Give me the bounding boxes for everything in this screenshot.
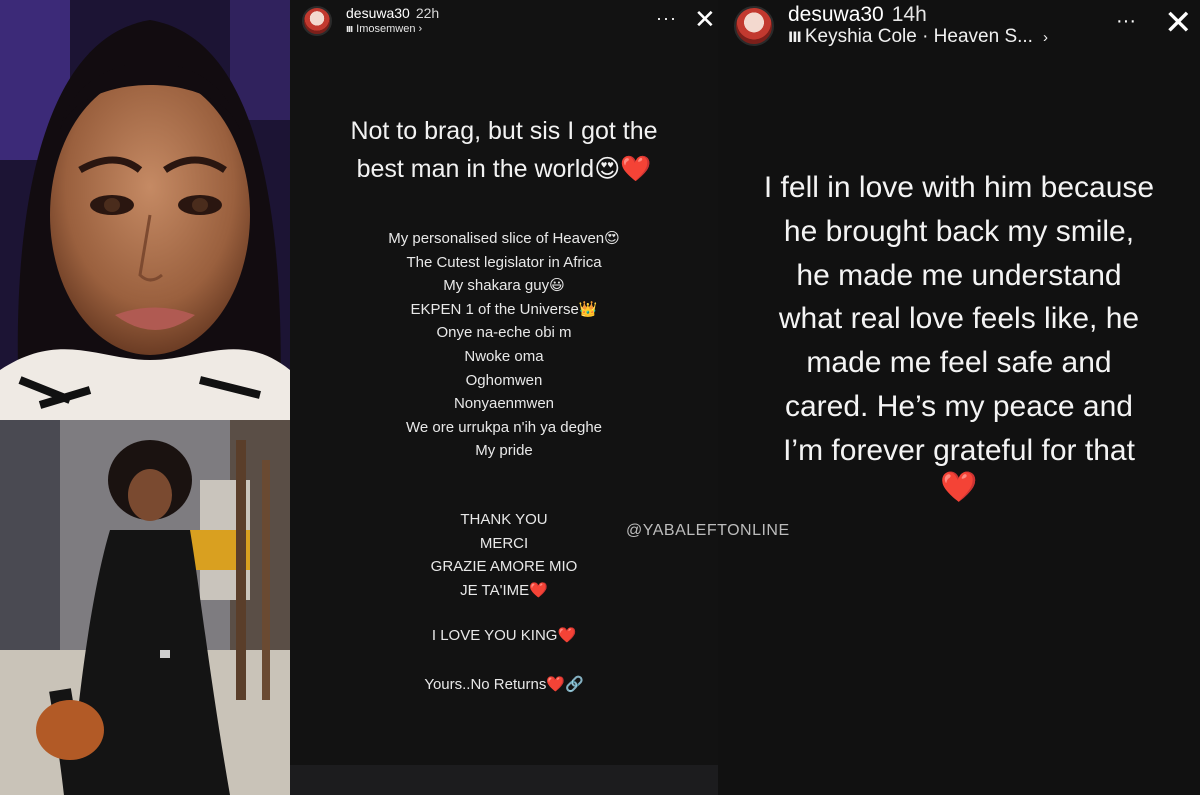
list-item: Onye na-eche obi m — [436, 324, 572, 342]
chevron-right-icon: › — [1042, 29, 1048, 46]
thanks-line: JE TA'IME❤️ — [460, 581, 548, 599]
body-line: he made me understand — [796, 258, 1122, 292]
thanks-line: GRAZIE AMORE MIO — [430, 558, 578, 576]
story-headline: Not to brag, but sis I got the best man … — [290, 112, 718, 188]
yours-line: Yours..No Returns❤️🔗 — [424, 676, 584, 693]
nickname-list: My personalised slice of Heaven😍 The Cut… — [290, 227, 718, 463]
list-item: EKPEN 1 of the Universe👑 — [410, 300, 598, 318]
list-item: Oghomwen — [465, 371, 543, 389]
list-item: We ore urrukpa n'ih ya deghe — [405, 418, 603, 436]
list-item: My personalised slice of Heaven😍 — [388, 230, 620, 247]
heart-icon: ❤️ — [940, 471, 978, 504]
avatar[interactable] — [302, 6, 332, 36]
username[interactable]: desuwa30 — [346, 5, 410, 21]
body-line: made me feel safe and — [806, 346, 1112, 380]
avatar[interactable] — [734, 6, 774, 46]
story-bottom-bar — [290, 765, 718, 795]
username[interactable]: desuwa30 — [788, 3, 884, 26]
portrait-illustration — [0, 0, 290, 420]
list-item: Nwoke oma — [464, 347, 544, 365]
story-time: 22h — [415, 5, 440, 21]
body-line: cared. He’s my peace and — [785, 389, 1133, 423]
street-illustration — [0, 420, 290, 795]
story-user[interactable]: desuwa30 14h — [788, 3, 927, 27]
headline-line: Not to brag, but sis I got the — [350, 117, 658, 145]
list-item: My shakara guy😃 — [443, 277, 565, 295]
body-line: I fell in love with him because — [763, 171, 1155, 204]
body-line: I’m forever grateful for that — [783, 433, 1135, 467]
body-line: he brought back my smile, — [783, 214, 1135, 248]
story-panel-right: desuwa30 14h ııı Keyshia Cole · Heaven S..… — [718, 0, 1200, 795]
headline-line: best man in the world😍❤️ — [356, 155, 652, 183]
close-icon[interactable]: ✕ — [1164, 6, 1193, 40]
list-item: The Cutest legislator in Africa — [406, 253, 602, 271]
music-link[interactable]: ııı Keyshia Cole · Heaven S... › — [788, 26, 1048, 48]
music-title: Keyshia Cole · Heaven S... — [804, 26, 1033, 47]
list-item: Nonyaenmwen — [453, 395, 555, 413]
chevron-right-icon: › — [418, 23, 423, 35]
story-panel-left: desuwa30 22h ııı Imosemwen › ··· ✕ Not to … — [290, 0, 718, 795]
story-body: I fell in love with him because he broug… — [718, 166, 1200, 473]
love-line: I LOVE YOU KING❤️ — [431, 627, 577, 644]
list-item: My pride — [475, 442, 533, 460]
watermark: @YABALEFTONLINE — [626, 522, 790, 539]
close-icon[interactable]: ✕ — [694, 6, 716, 32]
story-user[interactable]: desuwa30 22h — [346, 5, 439, 21]
more-options-icon[interactable]: ··· — [656, 8, 677, 29]
more-options-icon[interactable]: ··· — [1116, 10, 1136, 33]
street-photo — [0, 420, 290, 795]
story-time: 14h — [891, 3, 927, 26]
photo-column — [0, 0, 290, 795]
music-bars-icon: ııı — [346, 23, 353, 35]
music-bars-icon: ııı — [788, 26, 802, 47]
music-title: Imosemwen — [356, 23, 416, 35]
story-header: desuwa30 22h ııı Imosemwen › ··· ✕ — [290, 0, 718, 52]
portrait-photo — [0, 0, 290, 420]
music-link[interactable]: ııı Imosemwen › — [346, 23, 422, 35]
body-line: what real love feels like, he — [778, 302, 1140, 336]
